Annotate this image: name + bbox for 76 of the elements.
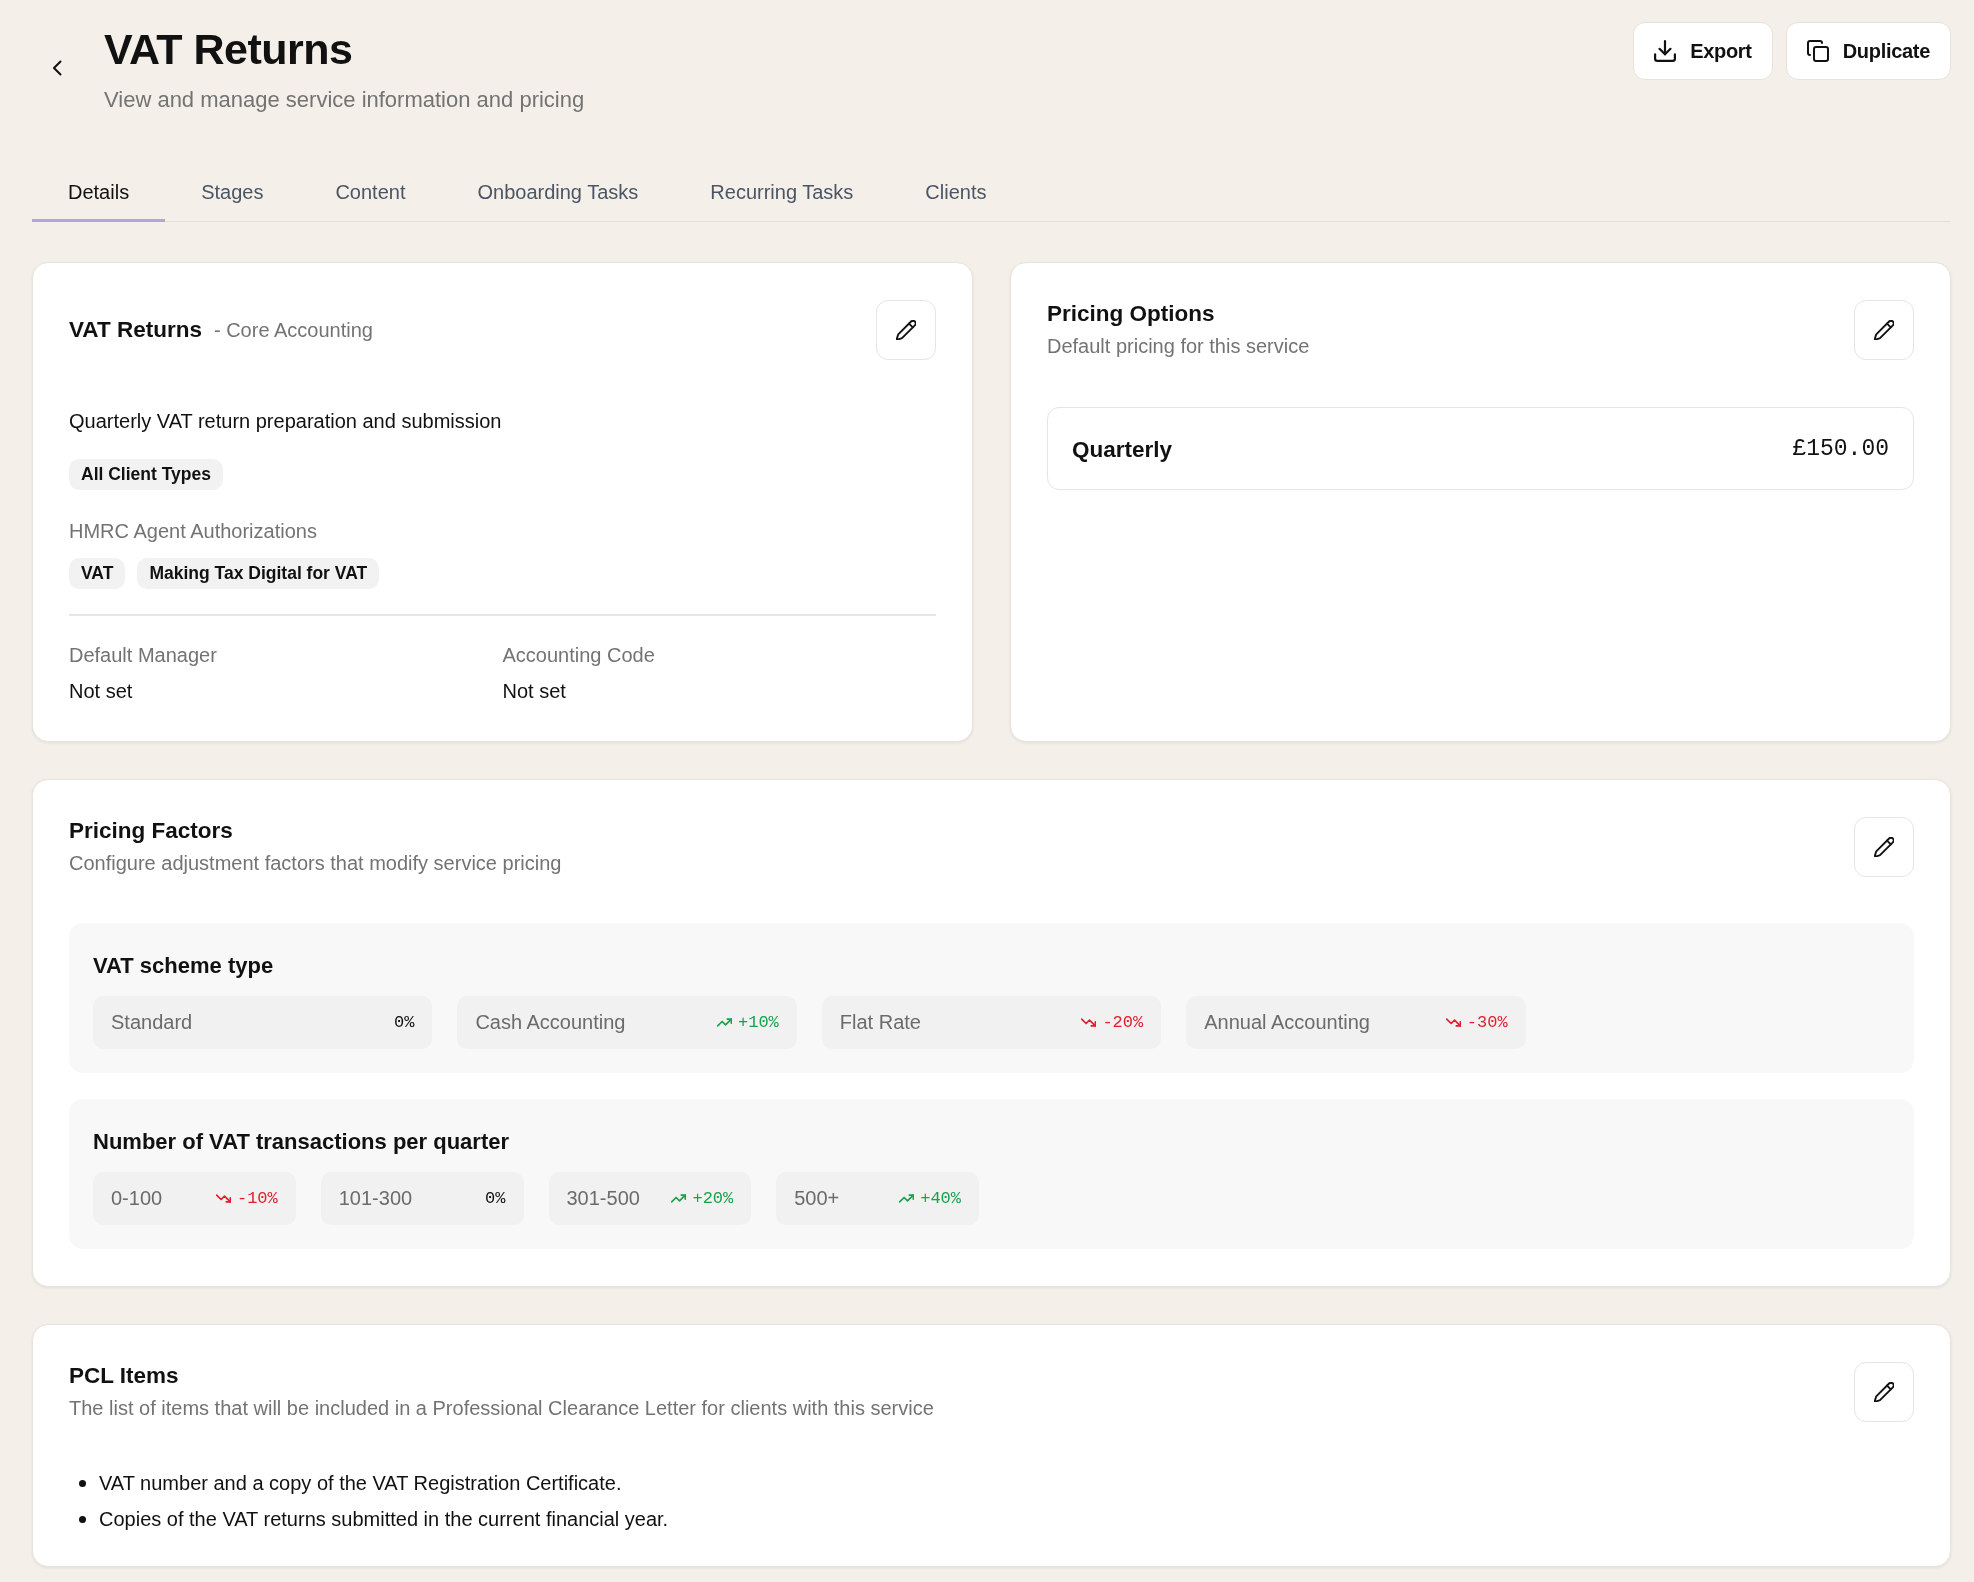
back-icon[interactable] [52, 60, 62, 76]
adjustment-value: 0% [394, 1013, 415, 1032]
edit-button[interactable] [876, 300, 936, 360]
pencil-icon [1874, 837, 1894, 857]
edit-button[interactable] [1854, 300, 1914, 360]
service-category: - Core Accounting [213, 318, 373, 343]
service-name: VAT Returns [69, 316, 202, 344]
field-value: Not set [502, 679, 567, 704]
list-item: Copies of the VAT returns submitted in the current financial year. [99, 1507, 669, 1532]
field-label: Default Manager [69, 643, 218, 668]
adjustment-value: 0% [485, 1189, 506, 1208]
option-label: Flat Rate [839, 1011, 921, 1034]
adjustment-value: +10% [738, 1013, 779, 1032]
edit-button[interactable] [1854, 1362, 1914, 1422]
option-label: 301-500 [566, 1187, 640, 1210]
trend-up-icon [899, 1194, 915, 1203]
pencil-icon [1874, 320, 1894, 340]
bullet-icon [79, 1479, 86, 1487]
tab[interactable]: Stages [165, 160, 300, 222]
pencil-icon [1874, 1382, 1894, 1402]
card-title: Pricing Factors [69, 817, 234, 845]
trend-down-icon [215, 1194, 231, 1203]
service-description: Quarterly VAT return preparation and submission [69, 409, 503, 434]
factor-option[interactable]: Standard 0% [93, 996, 433, 1049]
option-label: 500+ [794, 1187, 840, 1210]
trend-down-icon [1081, 1018, 1097, 1027]
factor-name: VAT scheme type [93, 952, 275, 980]
option-label: 101-300 [338, 1187, 413, 1210]
edit-button[interactable] [1854, 817, 1914, 877]
adjustment-value: -30% [1466, 1013, 1508, 1032]
factor-option[interactable]: Flat Rate -20% [821, 996, 1162, 1049]
adjustment-value: -10% [236, 1189, 278, 1208]
trend-up-icon [671, 1194, 687, 1203]
adjustment-value: -20% [1102, 1013, 1144, 1032]
tab[interactable]: Onboarding Tasks [441, 160, 675, 222]
adjustment-value: +40% [920, 1189, 961, 1208]
field-value: Not set [69, 679, 134, 704]
factor-name: Number of VAT transactions per quarter [93, 1128, 511, 1156]
tab[interactable]: Recurring Tasks [674, 160, 890, 222]
page-title: VAT Returns [104, 24, 354, 75]
card-subtitle: Default pricing for this service [1047, 334, 1310, 359]
card-subtitle: Configure adjustment factors that modify service pricing [69, 851, 562, 876]
download-icon [1654, 40, 1677, 62]
export-button[interactable]: Export [1633, 22, 1773, 80]
factor-option[interactable]: 301-500 +20% [548, 1172, 752, 1225]
duplicate-button[interactable]: Duplicate [1785, 22, 1951, 80]
factor-option[interactable]: Cash Accounting +10% [457, 996, 797, 1049]
option-label: Standard [111, 1011, 193, 1034]
pencil-icon [896, 320, 916, 340]
factor-option[interactable]: 101-300 0% [320, 1172, 524, 1225]
client-type-tag: All Client Types [69, 459, 223, 490]
option-name: Quarterly [1072, 437, 1173, 463]
trend-up-icon [717, 1018, 732, 1027]
bullet-icon [79, 1515, 86, 1523]
adjustment-value: +20% [692, 1189, 734, 1208]
tab[interactable]: Content [299, 160, 442, 222]
factor-option[interactable]: 500+ +40% [776, 1172, 979, 1225]
option-price: £150.00 [1792, 435, 1889, 462]
authorizations-label: HMRC Agent Authorizations [69, 519, 318, 544]
factor-option[interactable]: Annual Accounting -30% [1186, 996, 1526, 1049]
authorization-tag: VAT [69, 558, 126, 589]
field-label: Accounting Code [502, 643, 656, 668]
tab[interactable]: Clients [889, 160, 1023, 222]
card-subtitle: The list of items that will be included in a Professional Clearance Letter for clients with this service [69, 1396, 934, 1421]
trend-down-icon [1445, 1018, 1461, 1027]
option-label: Annual Accounting [1204, 1011, 1370, 1034]
page-subtitle: View and manage service information and pricing [104, 86, 585, 114]
copy-icon [1806, 40, 1829, 62]
option-label: Cash Accounting [475, 1011, 626, 1034]
tab[interactable]: Details [32, 160, 166, 222]
list-item: VAT number and a copy of the VAT Registration Certificate. [99, 1471, 622, 1496]
card-title: PCL Items [69, 1362, 180, 1390]
authorization-tag: Making Tax Digital for VAT [137, 558, 380, 589]
option-label: 0-100 [111, 1187, 163, 1210]
factor-option[interactable]: 0-100 -10% [93, 1172, 296, 1225]
card-title: Pricing Options [1047, 300, 1216, 328]
